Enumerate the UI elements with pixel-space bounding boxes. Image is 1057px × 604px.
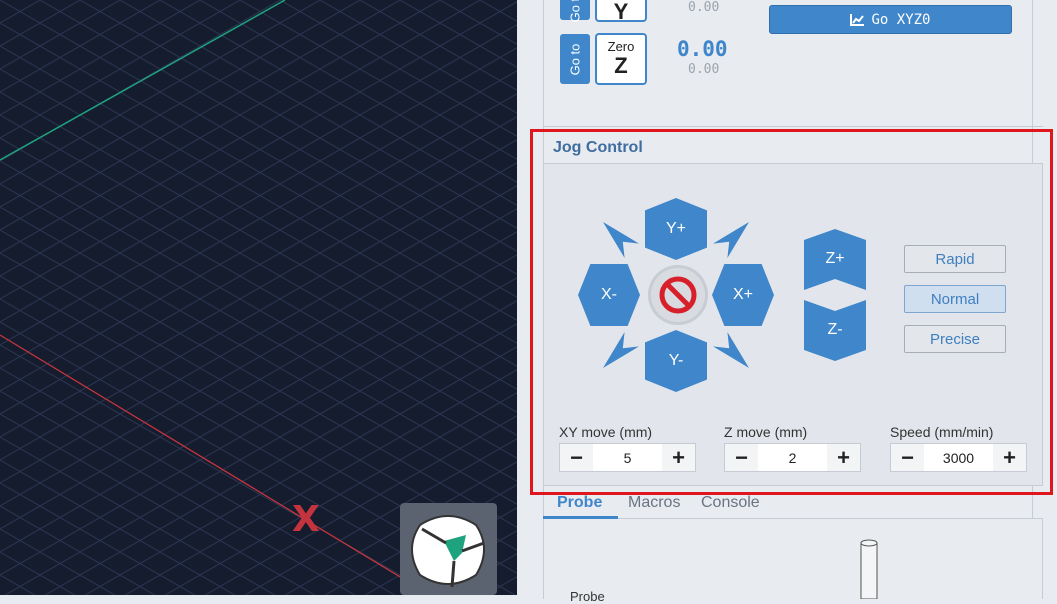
tab-probe[interactable]: Probe <box>557 494 602 512</box>
goto-xyz0-button[interactable]: Go XYZ0 <box>769 5 1012 34</box>
xy-move-stepper: − + <box>559 443 696 472</box>
probe-label: Probe <box>570 589 605 604</box>
z-machine-position: 0.00 <box>688 62 720 77</box>
zero-z-label: Zero <box>607 39 635 54</box>
jog-stop-button[interactable] <box>648 265 708 325</box>
jog-x-minus-button[interactable]: X- <box>578 264 640 326</box>
tab-macros[interactable]: Macros <box>628 494 680 512</box>
xy-move-label: XY move (mm) <box>559 424 653 440</box>
speed-label: Speed (mm/min) <box>890 424 994 440</box>
z-move-stepper: − + <box>724 443 861 472</box>
jog-z-plus-label: Z+ <box>825 249 845 267</box>
y-machine-position: 0.00 <box>688 0 720 15</box>
zero-z-axis: Z <box>614 53 628 78</box>
jog-x-minus-label: X- <box>601 286 617 303</box>
z-move-decrement-button[interactable]: − <box>725 444 758 471</box>
jog-y-minus-label: Y- <box>668 352 684 369</box>
zero-y-button[interactable]: Y <box>595 0 647 24</box>
z-move-increment-button[interactable]: + <box>827 444 860 471</box>
speed-stepper: − + <box>890 443 1027 472</box>
goto-z-button[interactable]: Go to <box>560 34 590 84</box>
mode-normal-label: Normal <box>930 290 980 308</box>
goto-y-label: Go to <box>567 0 583 22</box>
zero-y-axis: Y <box>613 0 629 24</box>
mode-rapid-label: Rapid <box>935 250 975 268</box>
xy-move-decrement-button[interactable]: − <box>560 444 593 471</box>
z-move-input[interactable] <box>758 444 827 471</box>
goto-y-button[interactable]: Go to <box>560 0 590 22</box>
goto-z-label: Go to <box>567 43 583 75</box>
speed-input[interactable] <box>924 444 993 471</box>
jog-x-plus-button[interactable]: X+ <box>712 264 774 326</box>
z-work-position: 0.00 <box>677 37 728 61</box>
jog-y-plus-label: Y+ <box>665 220 686 237</box>
jog-y-plus-button[interactable]: Y+ <box>645 198 707 260</box>
mode-precise-button[interactable]: Precise <box>904 325 1006 353</box>
mode-normal-button[interactable]: Normal <box>904 285 1006 313</box>
jog-control-title: Jog Control <box>553 139 643 156</box>
xy-move-input[interactable] <box>593 444 662 471</box>
3d-viewport[interactable]: X <box>0 0 517 595</box>
jog-x-plus-label: X+ <box>732 286 753 303</box>
probe-tool-icon <box>860 539 878 599</box>
xy-move-increment-button[interactable]: + <box>662 444 695 471</box>
view-cube-icon <box>411 515 485 588</box>
z-move-label: Z move (mm) <box>724 424 808 440</box>
speed-increment-button[interactable]: + <box>993 444 1026 471</box>
probe-panel <box>543 519 1043 599</box>
divider <box>543 126 1043 127</box>
view-cube[interactable] <box>400 503 497 595</box>
speed-decrement-button[interactable]: − <box>891 444 924 471</box>
stop-icon <box>659 276 697 314</box>
jog-y-minus-button[interactable]: Y- <box>645 330 707 392</box>
mode-rapid-button[interactable]: Rapid <box>904 245 1006 273</box>
mode-precise-label: Precise <box>929 330 981 348</box>
jog-z-minus-label: Z- <box>827 320 843 338</box>
zero-z-button[interactable]: Zero Z <box>595 33 647 85</box>
tab-console[interactable]: Console <box>701 494 760 512</box>
chart-line-icon <box>850 14 865 26</box>
goto-xyz0-label: Go XYZ0 <box>871 11 931 28</box>
x-axis-label: X <box>292 499 320 540</box>
